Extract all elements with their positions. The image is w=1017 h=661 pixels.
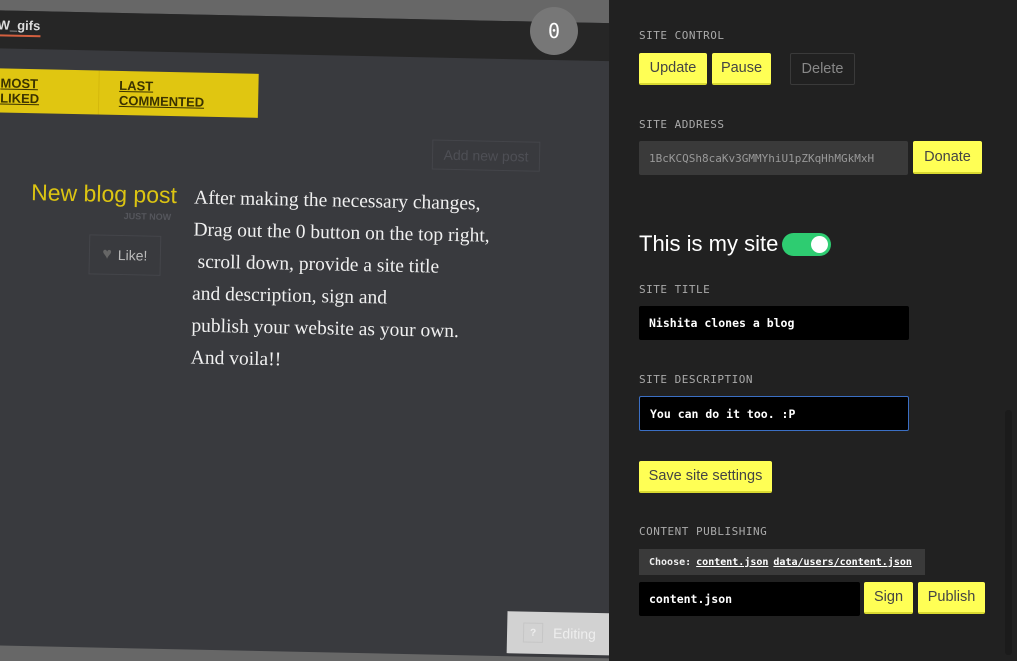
sign-button[interactable]: Sign	[864, 582, 913, 614]
topbar-link[interactable]: W_gifs	[0, 17, 41, 38]
my-site-toggle[interactable]	[782, 233, 831, 256]
sidebar-scrollbar[interactable]	[1005, 410, 1012, 655]
site-title-label: SITE TITLE	[639, 283, 711, 296]
choose-label: Choose:	[649, 556, 692, 568]
blog-topbar: W_gifs	[0, 10, 609, 62]
save-site-settings-button[interactable]: Save site settings	[639, 461, 772, 493]
post-time: JUST NOW	[123, 211, 172, 223]
content-publishing-label: CONTENT PUBLISHING	[639, 525, 768, 538]
editing-bar: ? Editing	[506, 611, 609, 656]
site-sidebar: SITE CONTROL Update Pause Delete SITE AD…	[609, 0, 1017, 661]
add-new-post-button[interactable]: Add new post	[431, 139, 541, 172]
like-label: Like!	[117, 246, 148, 264]
post-body: After making the necessary changes, Drag…	[190, 187, 490, 371]
my-site-label: This is my site	[639, 231, 779, 256]
pause-button[interactable]: Pause	[712, 53, 771, 85]
publish-button[interactable]: Publish	[918, 582, 985, 614]
update-button[interactable]: Update	[639, 53, 707, 85]
post-title[interactable]: New blog post	[31, 179, 177, 209]
blog-page: W_gifs MOST LIKED LAST COMMENTED Add new…	[0, 10, 609, 659]
tab-most-liked[interactable]: MOST LIKED	[0, 67, 100, 115]
choose-users-content-json[interactable]: data/users/content.json	[773, 557, 911, 568]
choose-content-json[interactable]: content.json	[696, 557, 768, 568]
site-title-input[interactable]: Nishita clones a blog	[639, 306, 909, 340]
site-description-label: SITE DESCRIPTION	[639, 373, 753, 386]
donate-button[interactable]: Donate	[913, 141, 982, 174]
site-address-label: SITE ADDRESS	[639, 118, 725, 131]
content-file-input[interactable]: content.json	[639, 582, 860, 616]
blog-preview: W_gifs MOST LIKED LAST COMMENTED Add new…	[0, 0, 609, 661]
heart-icon: ♥	[102, 245, 113, 263]
delete-button[interactable]: Delete	[790, 53, 855, 85]
site-control-label: SITE CONTROL	[639, 29, 725, 42]
site-description-input[interactable]: You can do it too. :P	[639, 396, 909, 431]
like-button[interactable]: ♥ Like!	[88, 234, 162, 276]
tab-last-commented[interactable]: LAST COMMENTED	[99, 78, 259, 111]
site-address-field[interactable]: 1BcKCQSh8caKv3GMMYhiU1pZKqHhMGkMxH	[639, 141, 908, 175]
help-icon[interactable]: ?	[522, 622, 544, 643]
editing-label: Editing	[552, 625, 597, 643]
content-chooser: Choose: content.json data/users/content.…	[639, 549, 925, 575]
sidebar-toggle-button[interactable]: 0	[530, 7, 578, 55]
sort-tabs: MOST LIKED LAST COMMENTED	[0, 67, 259, 118]
